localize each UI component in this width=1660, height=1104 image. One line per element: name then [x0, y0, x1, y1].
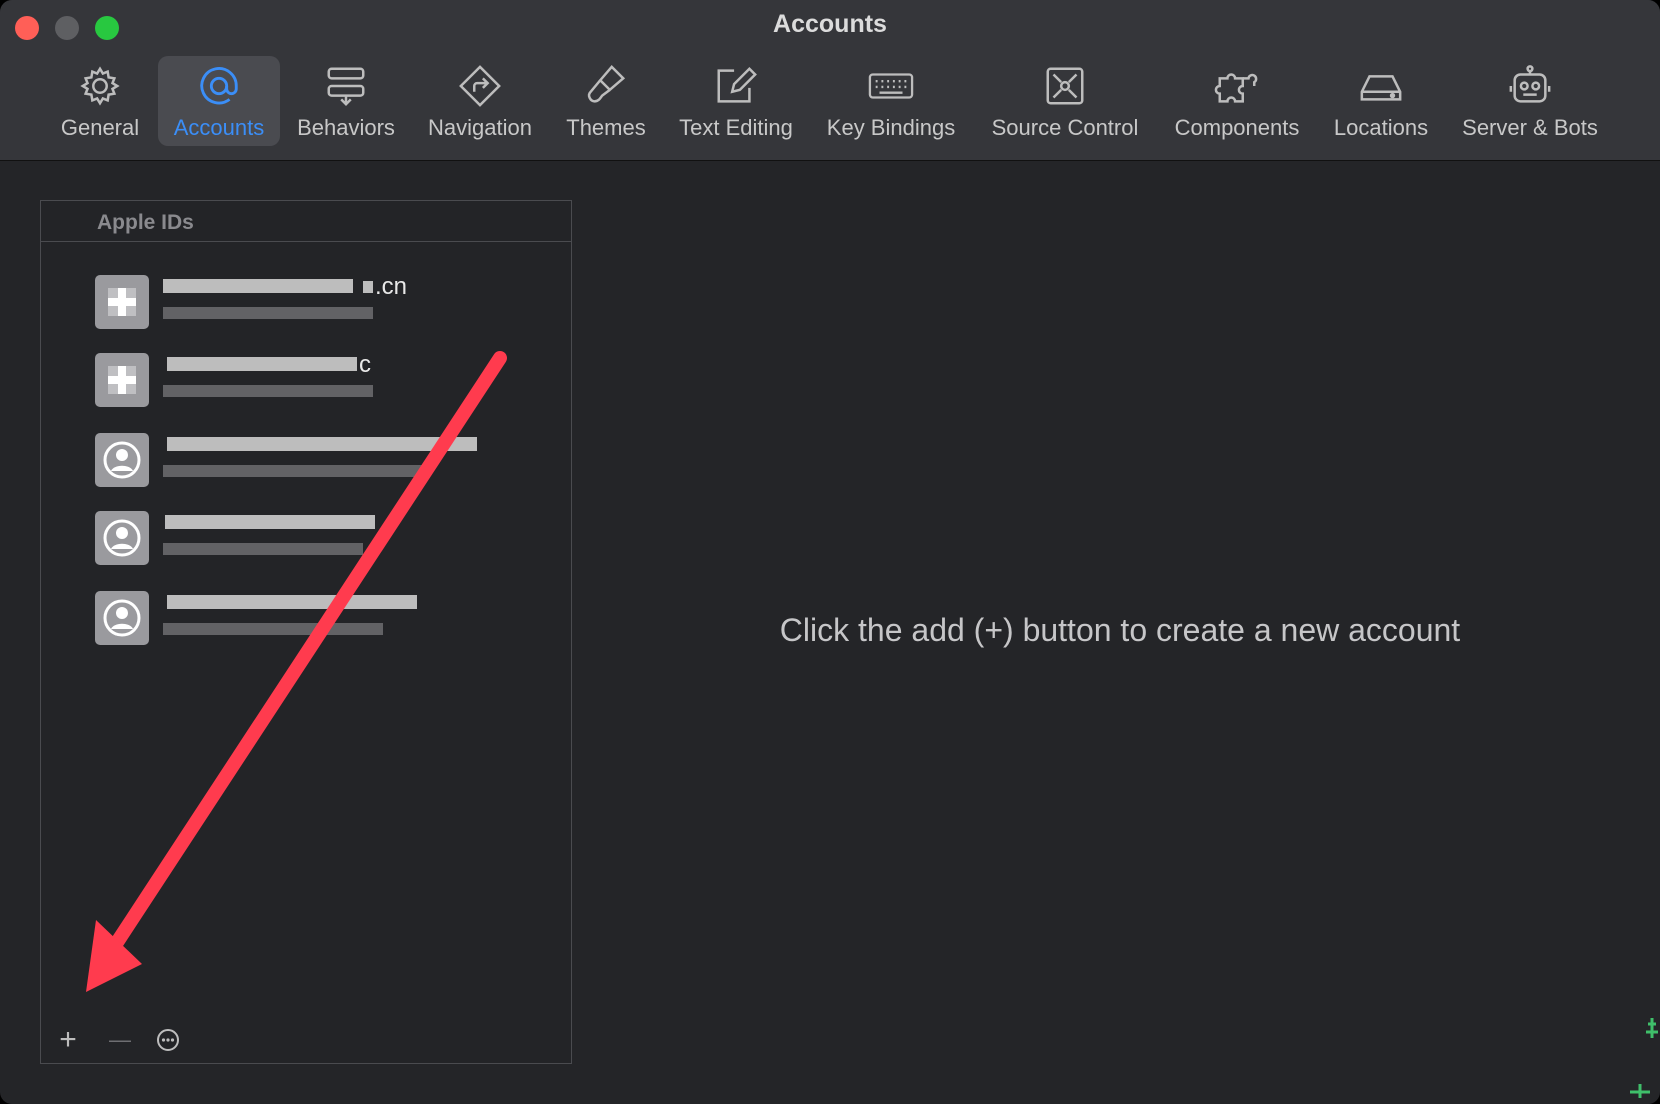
account-row[interactable]: c [95, 349, 535, 419]
account-email-redacted [163, 305, 383, 321]
tab-behaviors[interactable]: Behaviors [290, 56, 402, 146]
account-email-redacted [163, 621, 383, 637]
preferences-toolbar: General Accounts Behaviors Navigation Th… [0, 56, 1660, 146]
apple-ids-header: Apple IDs [41, 201, 571, 242]
tab-key-bindings[interactable]: Key Bindings [818, 56, 964, 146]
robot-icon [1506, 62, 1554, 110]
tab-navigation-label: Navigation [428, 115, 532, 140]
tab-accounts-label: Accounts [173, 115, 265, 140]
preferences-window: Accounts General Accounts Behaviors Navi… [0, 0, 1660, 1104]
account-name-redacted [163, 591, 503, 613]
tab-behaviors-label: Behaviors [297, 115, 395, 140]
account-name-redacted [163, 433, 503, 455]
at-sign-icon [195, 62, 243, 110]
account-name-suffix: .cn [375, 273, 408, 300]
remove-account-button[interactable]: — [103, 1025, 137, 1055]
account-row[interactable] [95, 429, 535, 499]
tab-server-bots-label: Server & Bots [1462, 115, 1598, 140]
behaviors-icon [322, 62, 370, 110]
avatar [95, 511, 149, 565]
paintbrush-icon [582, 62, 630, 110]
account-email-redacted [163, 463, 423, 479]
source-control-icon [1041, 62, 1089, 110]
tab-text-editing[interactable]: Text Editing [670, 56, 802, 146]
avatar [95, 353, 149, 407]
tab-themes-label: Themes [566, 115, 646, 140]
add-account-button[interactable]: + [51, 1023, 85, 1056]
person-circle-icon [103, 519, 141, 557]
account-row[interactable] [95, 587, 535, 657]
more-options-button[interactable] [151, 1025, 185, 1055]
person-circle-icon [103, 441, 141, 479]
gear-icon [76, 62, 124, 110]
tab-navigation[interactable]: Navigation [416, 56, 544, 146]
window-title: Accounts [773, 10, 887, 38]
title-bar: Accounts General Accounts Behaviors Navi… [0, 0, 1660, 161]
tab-accounts[interactable]: Accounts [158, 56, 280, 146]
tab-general[interactable]: General [50, 56, 150, 146]
account-row[interactable] [95, 507, 535, 577]
puzzle-icon [1213, 62, 1261, 110]
tab-server-bots[interactable]: Server & Bots [1450, 56, 1610, 146]
pixelated-avatar-icon [108, 288, 136, 316]
person-circle-icon [103, 599, 141, 637]
tab-source-control[interactable]: Source Control [982, 56, 1148, 146]
pencil-square-icon [712, 62, 760, 110]
empty-state-message: Click the add (+) button to create a new… [779, 612, 1461, 648]
apple-ids-footer: + — [41, 1019, 571, 1063]
tab-themes[interactable]: Themes [556, 56, 656, 146]
account-name-redacted: .cn [163, 273, 503, 300]
apple-ids-header-label: Apple IDs [97, 211, 194, 234]
minus-icon: — [109, 1027, 131, 1052]
tab-source-control-label: Source Control [991, 115, 1139, 140]
keyboard-icon [867, 62, 915, 110]
navigation-icon [456, 62, 504, 110]
drive-icon [1357, 62, 1405, 110]
tab-text-editing-label: Text Editing [679, 115, 793, 140]
tab-components[interactable]: Components [1166, 56, 1308, 146]
tab-locations-label: Locations [1333, 115, 1429, 140]
tab-key-bindings-label: Key Bindings [826, 115, 956, 140]
plus-icon: + [59, 1023, 77, 1056]
avatar [95, 433, 149, 487]
avatar [95, 275, 149, 329]
tab-general-label: General [60, 115, 140, 140]
pixelated-avatar-icon [108, 366, 136, 394]
apple-ids-panel: Apple IDs .cn c + — [40, 200, 572, 1064]
tab-locations[interactable]: Locations [1322, 56, 1440, 146]
account-name-suffix: c [359, 351, 371, 378]
account-name-redacted: c [163, 351, 503, 378]
ellipsis-circle-icon [157, 1029, 179, 1051]
account-row[interactable]: .cn [95, 271, 535, 341]
account-email-redacted [163, 383, 383, 399]
account-email-redacted [163, 541, 383, 557]
tab-components-label: Components [1174, 115, 1300, 140]
account-name-redacted [163, 511, 503, 533]
avatar [95, 591, 149, 645]
corner-watermark-icon [1630, 1018, 1658, 1098]
